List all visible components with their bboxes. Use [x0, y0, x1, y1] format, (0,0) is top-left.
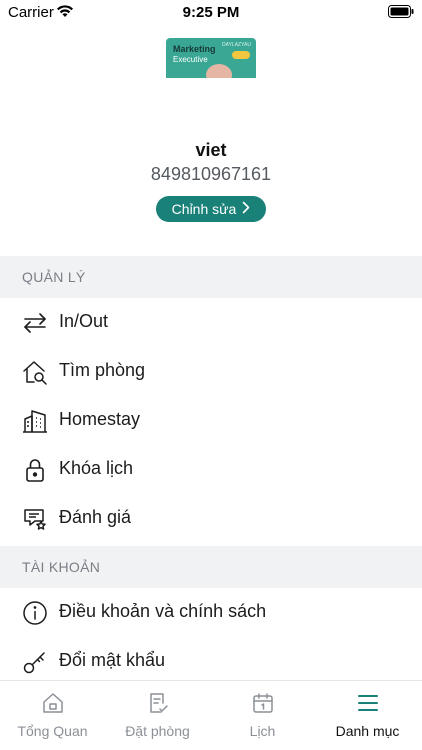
tab-booking[interactable]: Đặt phòng	[105, 681, 210, 750]
avatar[interactable]: Marketing Executive DAYLAZYAU	[166, 38, 256, 78]
tab-categories[interactable]: Danh mục	[315, 681, 420, 750]
menu-label-review: Đánh giá	[59, 507, 132, 527]
menu-item-change-password[interactable]: Đổi mật khẩu	[0, 637, 422, 686]
menu-label-change-password: Đổi mật khẩu	[59, 650, 166, 670]
menu-item-homestay[interactable]: Homestay	[0, 396, 422, 445]
menu-item-review[interactable]: Đánh giá	[0, 494, 422, 543]
home-icon	[0, 691, 105, 715]
menu-item-find-room[interactable]: Tìm phòng	[0, 347, 422, 396]
clock: 9:25 PM	[182, 4, 240, 21]
avatar-brand: DAYLAZYAU	[222, 42, 251, 48]
booking-icon	[105, 691, 210, 715]
menu-item-in-out[interactable]: In/Out	[0, 298, 422, 347]
calendar-icon	[210, 691, 315, 715]
menu-label-lock-calendar: Khóa lịch	[59, 458, 134, 478]
tab-overview[interactable]: Tổng Quan	[0, 681, 105, 750]
edit-profile-button[interactable]: Chỉnh sửa	[156, 196, 266, 222]
tab-label-calendar: Lịch	[249, 723, 276, 739]
swap-arrows-icon	[22, 310, 48, 336]
tab-label-booking: Đặt phòng	[125, 723, 190, 739]
profile-section: Marketing Executive DAYLAZYAU viet 84981…	[0, 26, 422, 256]
review-star-icon	[22, 506, 48, 532]
avatar-face	[206, 64, 232, 78]
avatar-badge	[232, 51, 250, 59]
section-title-account: TÀI KHOẢN	[22, 559, 101, 575]
avatar-caption-2: Executive	[173, 55, 208, 64]
building-icon	[22, 408, 48, 434]
section-header-account: TÀI KHOẢN	[0, 546, 422, 588]
tab-label-overview: Tổng Quan	[17, 723, 88, 739]
edit-profile-label: Chỉnh sửa	[171, 201, 237, 217]
chevron-right-icon	[242, 201, 250, 217]
avatar-caption-1: Marketing	[173, 44, 216, 54]
menu-label-in-out: In/Out	[59, 311, 109, 331]
house-search-icon	[22, 359, 48, 385]
info-circle-icon	[22, 600, 48, 626]
section-header-manage: QUẢN LÝ	[0, 256, 422, 298]
key-icon	[22, 649, 48, 675]
section-title-manage: QUẢN LÝ	[22, 269, 86, 285]
tab-calendar[interactable]: Lịch	[210, 681, 315, 750]
user-phone: 849810967161	[150, 164, 272, 184]
user-name: viet	[195, 140, 227, 160]
battery-icon	[388, 5, 414, 23]
status-bar: Carrier 9:25 PM	[0, 0, 422, 26]
tab-label-categories: Danh mục	[335, 723, 400, 739]
menu-label-terms: Điều khoản và chính sách	[59, 601, 267, 621]
menu-label-homestay: Homestay	[59, 409, 141, 429]
menu-item-lock-calendar[interactable]: Khóa lịch	[0, 445, 422, 494]
menu-label-find-room: Tìm phòng	[59, 360, 146, 380]
menu-item-terms[interactable]: Điều khoản và chính sách	[0, 588, 422, 637]
lock-icon	[22, 457, 48, 483]
menu-icon	[315, 691, 420, 715]
tab-bar: Tổng Quan Đặt phòng Lịch Danh mục	[0, 680, 422, 750]
